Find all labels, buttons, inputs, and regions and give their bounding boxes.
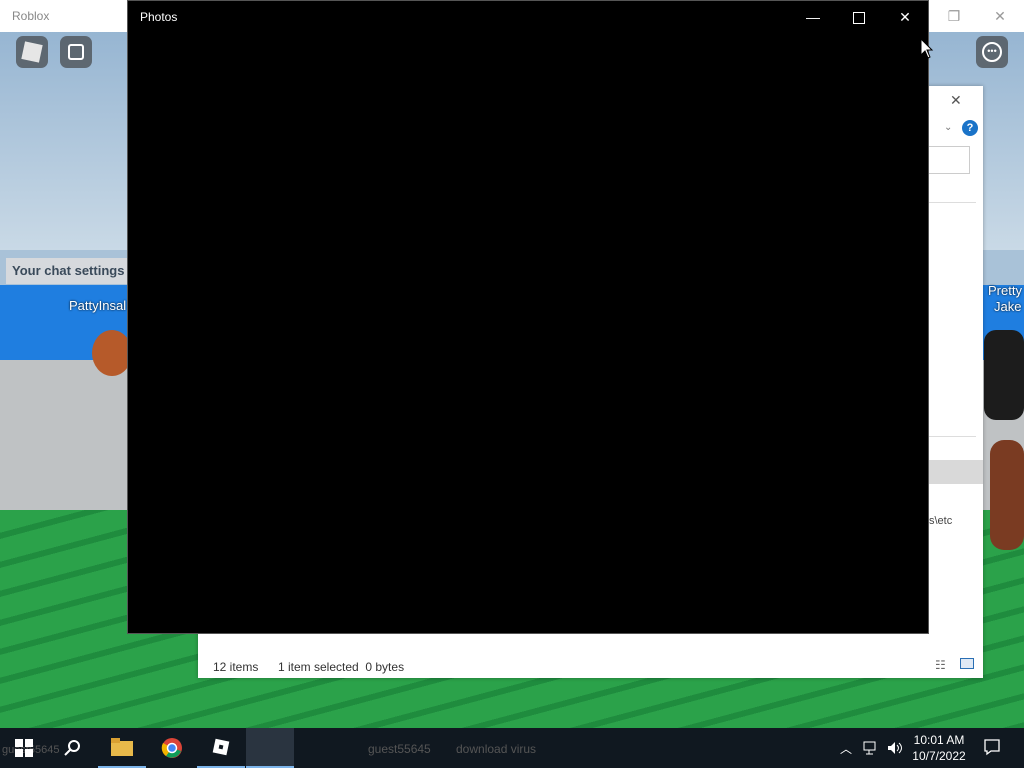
- close-icon[interactable]: ✕: [990, 6, 1010, 26]
- mouse-cursor-icon: [920, 38, 934, 59]
- chrome-icon: [161, 738, 182, 758]
- roblox-taskbar-button[interactable]: [197, 728, 245, 768]
- photos-taskbar-button[interactable]: [246, 728, 294, 768]
- photo-viewer-canvas[interactable]: [128, 33, 928, 633]
- clock-date: 10/7/2022: [912, 749, 966, 763]
- divider: [928, 436, 976, 437]
- path-text: s\etc: [929, 515, 953, 527]
- divider: [928, 202, 976, 203]
- notifications-icon[interactable]: [983, 738, 1001, 756]
- minimize-button[interactable]: —: [790, 1, 836, 33]
- search-icon: [64, 740, 80, 756]
- maximize-button[interactable]: [836, 1, 882, 33]
- player-name-tag: Pretty: [988, 283, 1022, 298]
- chevron-up-icon[interactable]: ︿: [840, 740, 852, 757]
- items-count: 12 items: [213, 660, 259, 674]
- restore-icon[interactable]: ❐: [944, 6, 964, 26]
- window-title: Roblox: [12, 9, 50, 23]
- roblox-logo-icon: [212, 738, 230, 756]
- game-player-name: guest55645: [368, 742, 431, 756]
- more-icon: •••: [982, 42, 1002, 62]
- file-explorer-taskbar-button[interactable]: [98, 728, 146, 768]
- roblox-logo-icon: [21, 41, 43, 63]
- close-icon: ✕: [899, 9, 911, 25]
- more-options-button[interactable]: •••: [976, 36, 1008, 68]
- chat-icon: [68, 44, 84, 60]
- minimize-icon: —: [806, 9, 820, 25]
- player-name-tag: Jake: [994, 299, 1022, 314]
- photos-window[interactable]: Photos — ✕: [127, 0, 929, 634]
- close-button[interactable]: ✕: [882, 1, 928, 33]
- search-button[interactable]: [48, 728, 96, 768]
- taskbar-clock[interactable]: 10:01 AM 10/7/2022: [900, 732, 978, 764]
- photos-titlebar[interactable]: Photos — ✕: [128, 1, 928, 33]
- chat-settings-banner: Your chat settings: [6, 258, 128, 284]
- windows-logo-icon: [15, 739, 33, 757]
- start-button[interactable]: [0, 728, 48, 768]
- list-item-selected[interactable]: [928, 460, 983, 484]
- help-icon[interactable]: ?: [962, 120, 978, 136]
- folder-icon: [111, 738, 133, 756]
- player-name-tag: PattyInsal: [69, 298, 127, 313]
- clock-time: 10:01 AM: [913, 733, 965, 747]
- avatar-character: [92, 330, 132, 376]
- game-chat-text: download virus: [456, 742, 537, 756]
- roblox-menu-button[interactable]: [16, 36, 48, 68]
- explorer-status-bar: 12 items 1 item selected 0 bytes: [198, 655, 983, 678]
- avatar-character: [990, 440, 1024, 550]
- avatar-character: [984, 330, 1024, 420]
- window-title: Photos: [140, 10, 178, 24]
- chrome-taskbar-button[interactable]: [148, 728, 196, 768]
- close-icon[interactable]: ✕: [950, 92, 962, 109]
- chevron-down-icon[interactable]: ⌄: [944, 122, 952, 133]
- selection-info: 1 item selected 0 bytes: [278, 660, 405, 674]
- search-input[interactable]: [928, 146, 970, 174]
- chat-toggle-button[interactable]: [60, 36, 92, 68]
- network-icon[interactable]: [863, 740, 879, 756]
- maximize-icon: [853, 12, 865, 25]
